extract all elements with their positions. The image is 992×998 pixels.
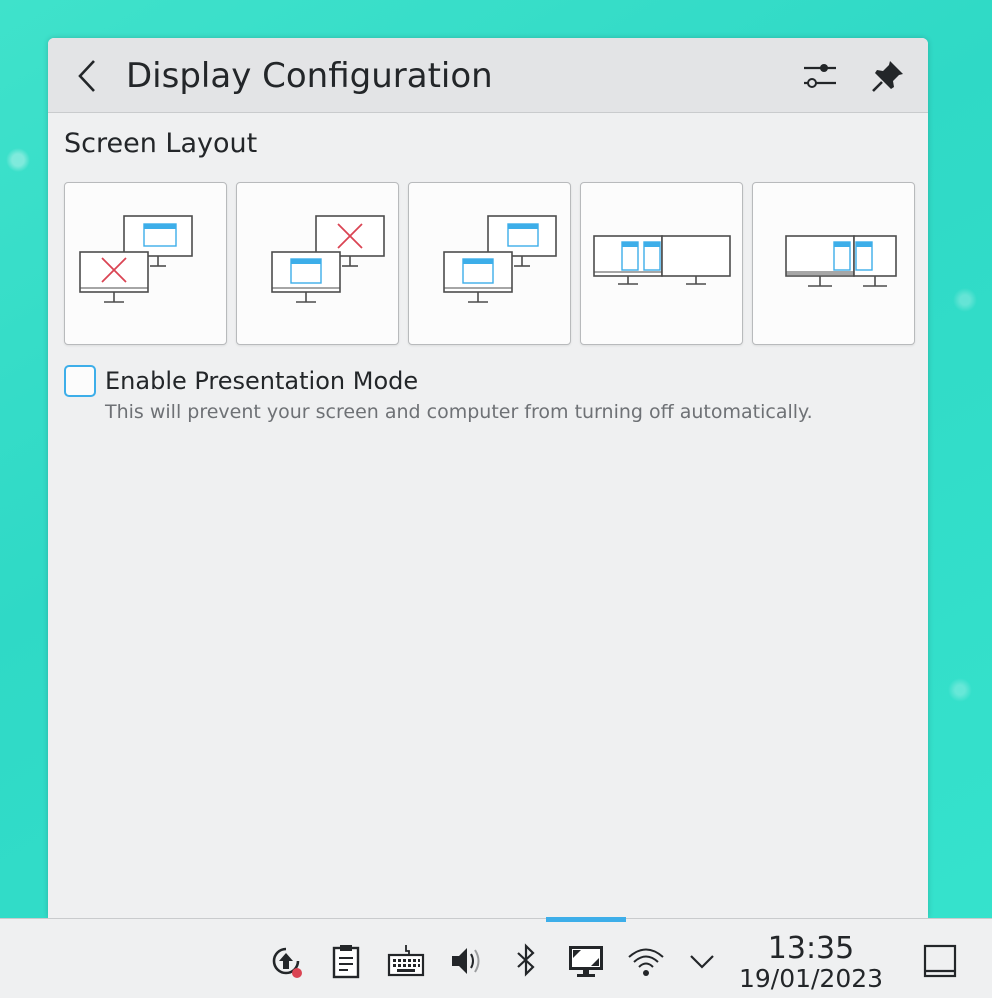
display-configuration-popup: Display Configuration Screen Layout Enab… bbox=[48, 38, 928, 918]
pin-button[interactable] bbox=[868, 56, 908, 96]
chevron-down-icon bbox=[690, 955, 714, 969]
software-update-icon bbox=[272, 947, 302, 978]
layout-external-only-button[interactable] bbox=[64, 182, 227, 345]
layout-mirror-button[interactable] bbox=[408, 182, 571, 345]
keyboard-icon bbox=[387, 945, 425, 977]
chevron-left-icon bbox=[78, 60, 95, 92]
clipboard-tray-button[interactable] bbox=[326, 941, 366, 981]
mirror-icon bbox=[442, 214, 557, 303]
layout-extend-left-button[interactable] bbox=[580, 182, 743, 345]
wifi-icon bbox=[628, 948, 664, 976]
bluetooth-icon bbox=[517, 943, 535, 977]
presentation-mode-checkbox[interactable] bbox=[64, 365, 96, 397]
page-title: Display Configuration bbox=[126, 56, 493, 96]
extend-right-icon bbox=[784, 234, 897, 287]
laptop-only-icon bbox=[270, 214, 385, 303]
updates-tray-button[interactable] bbox=[266, 941, 306, 981]
presentation-mode-label[interactable]: Enable Presentation Mode bbox=[105, 364, 418, 398]
popup-header: Display Configuration bbox=[48, 38, 928, 113]
keyboard-layout-tray-button[interactable] bbox=[386, 941, 426, 981]
digital-clock[interactable]: 13:35 19/01/2023 bbox=[736, 933, 886, 993]
sliders-icon bbox=[804, 64, 836, 88]
external-only-icon bbox=[78, 214, 193, 303]
back-button[interactable] bbox=[68, 56, 108, 96]
volume-tray-button[interactable] bbox=[446, 941, 486, 981]
layout-laptop-only-button[interactable] bbox=[236, 182, 399, 345]
clock-date: 19/01/2023 bbox=[738, 964, 884, 993]
screen-layout-options bbox=[64, 182, 915, 345]
show-desktop-icon bbox=[923, 944, 957, 978]
bluetooth-tray-button[interactable] bbox=[506, 941, 546, 981]
display-icon bbox=[569, 946, 603, 977]
active-applet-indicator bbox=[546, 917, 626, 922]
section-title-screen-layout: Screen Layout bbox=[64, 128, 258, 159]
presentation-mode-description: This will prevent your screen and comput… bbox=[105, 401, 813, 423]
layout-extend-right-button[interactable] bbox=[752, 182, 915, 345]
display-configuration-tray-button[interactable] bbox=[566, 941, 606, 981]
extend-left-icon bbox=[592, 234, 731, 285]
pin-icon bbox=[872, 61, 903, 92]
network-tray-button[interactable] bbox=[626, 941, 666, 981]
volume-icon bbox=[452, 948, 480, 974]
taskbar: 13:35 19/01/2023 bbox=[0, 917, 992, 998]
configure-button[interactable] bbox=[800, 56, 840, 96]
clipboard-icon bbox=[332, 945, 360, 979]
clock-time: 13:35 bbox=[767, 931, 855, 966]
show-hidden-icons-button[interactable] bbox=[682, 941, 722, 981]
show-desktop-button[interactable] bbox=[920, 941, 960, 981]
